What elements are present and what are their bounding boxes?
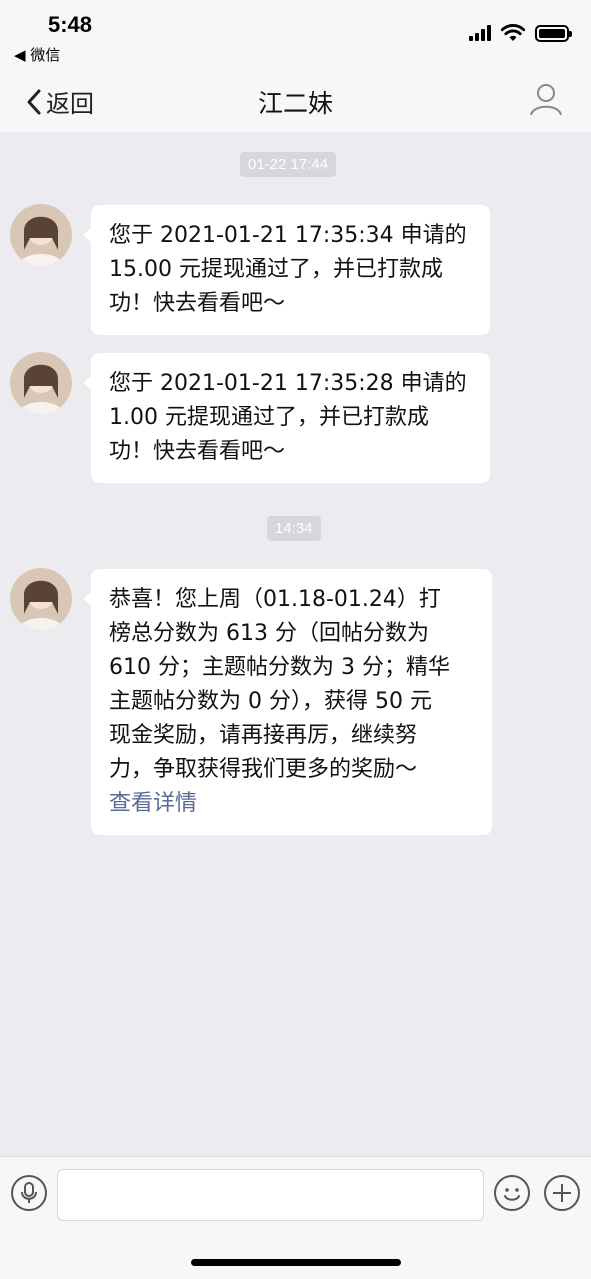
person-icon: [530, 84, 562, 116]
message-line: 功！快去看看吧～: [109, 291, 286, 316]
message-line: 1.00 元提现通过了，并已打款成: [109, 405, 429, 430]
profile-button[interactable]: [529, 82, 563, 116]
emoji-button[interactable]: [494, 1175, 530, 1211]
message-line: 功！快去看看吧～: [109, 439, 286, 464]
more-button[interactable]: [544, 1175, 580, 1211]
timestamp: 01-22 17:44: [240, 152, 337, 177]
message-bubble: 您于 2021-01-21 17:35:34 申请的 15.00 元提现通过了，…: [83, 205, 490, 335]
battery-icon: [535, 24, 572, 42]
smiley-icon: [504, 1188, 520, 1201]
home-indicator[interactable]: [191, 1259, 401, 1266]
wifi-icon: [501, 24, 525, 41]
message-line: 力，争取获得我们更多的奖励～: [109, 757, 418, 782]
avatar[interactable]: [10, 352, 72, 414]
message-input[interactable]: [57, 1169, 484, 1221]
return-to-wechat[interactable]: ◀ 微信: [14, 44, 60, 65]
message-line: 15.00 元提现通过了，并已打款成: [109, 257, 443, 282]
message-line: 恭喜！您上周（01.18-01.24）打: [109, 587, 441, 612]
message-line: 您于 2021-01-21 17:35:28 申请的: [109, 371, 467, 396]
view-details-link[interactable]: 查看详情: [109, 787, 474, 821]
cellular-signal-icon: [469, 25, 491, 41]
timestamp: 14:34: [267, 516, 321, 541]
message-line: 您于 2021-01-21 17:35:34 申请的: [109, 223, 467, 248]
message-bubble: 您于 2021-01-21 17:35:28 申请的 1.00 元提现通过了，并…: [83, 353, 490, 483]
microphone-icon: [21, 1182, 37, 1203]
message-line: 榜总分数为 613 分（回帖分数为: [109, 621, 429, 646]
message-line: 610 分；主题帖分数为 3 分；精华: [109, 655, 450, 680]
message-line: 主题帖分数为 0 分），获得 50 元: [109, 689, 432, 714]
status-time: 5:48: [48, 12, 93, 37]
chat-title: 江二妹: [257, 89, 333, 118]
voice-button[interactable]: [11, 1175, 47, 1211]
plus-icon: [553, 1184, 571, 1202]
message-bubble: 恭喜！您上周（01.18-01.24）打 榜总分数为 613 分（回帖分数为 6…: [83, 569, 492, 835]
status-icons: [469, 24, 572, 42]
avatar[interactable]: [10, 204, 72, 266]
message-line: 现金奖励，请再接再厉，继续努: [109, 723, 418, 748]
avatar[interactable]: [10, 568, 72, 630]
